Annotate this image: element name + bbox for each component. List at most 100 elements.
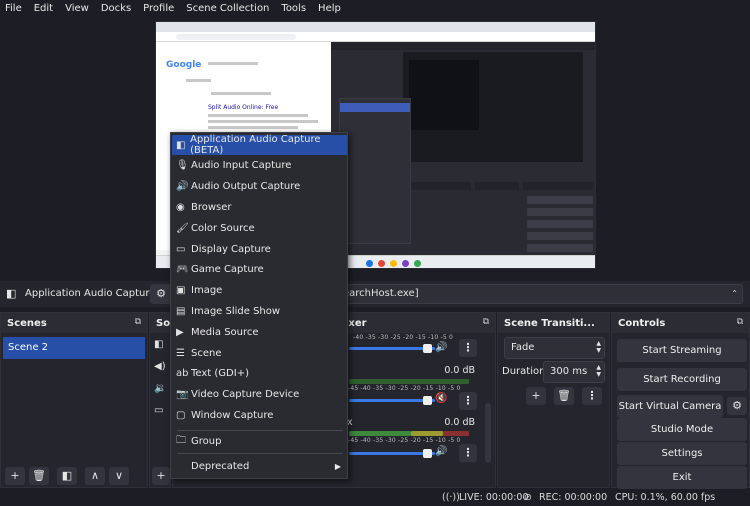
mixer-kebab-icon[interactable]: ⋮ bbox=[459, 444, 477, 462]
menu-profile[interactable]: Profile bbox=[137, 0, 180, 18]
preview-browser-tabs bbox=[156, 22, 595, 32]
scene-item[interactable]: Scene 2 bbox=[3, 337, 145, 359]
start-streaming-button[interactable]: Start Streaming bbox=[617, 339, 747, 362]
level-meter-red bbox=[443, 431, 469, 436]
level-meter-yellow bbox=[411, 431, 443, 436]
remove-scene-trash-icon[interactable]: 🗑 bbox=[29, 467, 49, 485]
menu-item-window-capture[interactable]: ▢ Window Capture bbox=[172, 405, 347, 425]
menu-docks[interactable]: Docks bbox=[95, 0, 137, 18]
menu-item-group[interactable]: 🗀 Group bbox=[172, 431, 347, 451]
menu-edit[interactable]: Edit bbox=[28, 0, 59, 18]
menu-view[interactable]: View bbox=[59, 0, 95, 18]
undock-icon[interactable]: ⧉ bbox=[135, 317, 141, 327]
chevron-updown-icon: ▲ ▼ bbox=[596, 340, 601, 354]
studio-mode-button[interactable]: Studio Mode bbox=[617, 418, 747, 441]
controls-dock: Controls ⧉ Start Streaming Start Recordi… bbox=[611, 312, 750, 489]
undock-icon[interactable]: ⧉ bbox=[737, 317, 743, 327]
menu-item-label: Deprecated bbox=[191, 460, 250, 472]
menu-item-label: Display Capture bbox=[191, 243, 271, 255]
menu-item-label: Media Source bbox=[191, 326, 259, 338]
menu-item-label: Image Slide Show bbox=[191, 305, 281, 317]
app-audio-icon: ◧ bbox=[6, 287, 17, 300]
sources-toolbar: + bbox=[150, 465, 170, 487]
menu-item-scene[interactable]: ☰ Scene bbox=[172, 343, 347, 363]
menu-item-text-gdi[interactable]: ab Text (GDI+) bbox=[172, 364, 347, 384]
source-window-select[interactable]: earchHost.exe] ⌃⌄ bbox=[340, 284, 743, 316]
menu-tools[interactable]: Tools bbox=[275, 0, 312, 18]
menu-item-video-capture-device[interactable]: 📷 Video Capture Device bbox=[172, 385, 347, 405]
source-row-audio-input-icon[interactable]: ◀) bbox=[154, 361, 166, 372]
volume-slider-handle[interactable] bbox=[423, 449, 432, 458]
mixer-kebab-icon[interactable]: ⋮ bbox=[459, 392, 477, 410]
menu-item-deprecated[interactable]: Deprecated ▶ bbox=[172, 456, 347, 476]
scene-transitions-dock: Scene Transiti... Fade ▲ ▼ Duration 300 m… bbox=[497, 312, 610, 488]
scenes-title: Scenes bbox=[7, 317, 47, 329]
move-scene-up-icon[interactable]: ∧ bbox=[85, 467, 105, 485]
menu-item-display-capture[interactable]: ▭ Display Capture bbox=[172, 239, 347, 259]
volume-slider-handle[interactable] bbox=[423, 344, 432, 353]
mixer-scale: -45 -40 -35 -30 -25 -20 -15 -10 -5 0 bbox=[348, 385, 461, 392]
preview-area: Google Split Audio Online: Free bbox=[0, 18, 750, 280]
sources-dock: So ◧ ◀) 🔉 ▭ + bbox=[149, 312, 171, 488]
move-scene-down-icon[interactable]: ∨ bbox=[109, 467, 129, 485]
menu-file[interactable]: File bbox=[0, 0, 28, 18]
start-virtual-camera-button[interactable]: Start Virtual Camera bbox=[617, 395, 723, 418]
brush-icon: 🖌 bbox=[176, 222, 189, 234]
transition-type-value: Fade bbox=[511, 342, 535, 353]
speaker-icon[interactable]: 🔊 bbox=[435, 342, 447, 353]
add-transition-button[interactable]: + bbox=[526, 387, 546, 405]
app-audio-icon: ◧ bbox=[176, 139, 186, 151]
menu-item-browser[interactable]: ◉ Browser bbox=[172, 197, 347, 217]
scenes-dock-header: Scenes ⧉ bbox=[1, 313, 147, 333]
sources-dock-header: So bbox=[150, 313, 170, 333]
source-properties-gear-icon[interactable]: ⚙ bbox=[150, 284, 172, 304]
remove-transition-trash-icon[interactable]: 🗑 bbox=[554, 387, 574, 405]
menu-item-label: Color Source bbox=[191, 222, 255, 234]
settings-button[interactable]: Settings bbox=[617, 442, 747, 465]
menu-item-label: Image bbox=[191, 285, 223, 297]
menu-scene-collection[interactable]: Scene Collection bbox=[180, 0, 275, 18]
level-meter-green bbox=[349, 431, 411, 436]
cpu-fps-readout: CPU: 0.1%, 60.00 fps bbox=[615, 492, 716, 503]
scenes-toolbar: + 🗑 ◧ ∧ ∨ bbox=[1, 465, 147, 487]
mixer-kebab-icon[interactable]: ⋮ bbox=[459, 339, 477, 357]
virtual-camera-gear-icon[interactable]: ⚙ bbox=[727, 397, 747, 415]
preview-nested-obs bbox=[331, 42, 595, 268]
source-row-app-audio-icon[interactable]: ◧ bbox=[154, 339, 163, 350]
live-indicator-icon: ((·)) bbox=[442, 492, 460, 503]
muted-speaker-icon[interactable]: 🔇 bbox=[435, 393, 447, 404]
menu-item-game-capture[interactable]: 🎮 Game Capture bbox=[172, 260, 347, 280]
menu-item-application-audio-capture-beta[interactable]: ◧ Application Audio Capture (BETA) bbox=[172, 134, 347, 156]
transition-type-select[interactable]: Fade ▲ ▼ bbox=[504, 337, 605, 359]
volume-slider-handle[interactable] bbox=[423, 396, 432, 405]
menu-item-media-source[interactable]: ▶ Media Source bbox=[172, 322, 347, 342]
source-row-display-icon[interactable]: ▭ bbox=[154, 405, 163, 416]
channel-db-readout: 0.0 dB bbox=[444, 417, 475, 428]
add-source-button[interactable]: + bbox=[152, 467, 170, 485]
transition-duration-spinbox[interactable]: 300 ms ▲ ▼ bbox=[543, 361, 605, 383]
menu-item-label: Game Capture bbox=[191, 264, 264, 276]
menu-item-audio-input-capture[interactable]: 🎙 Audio Input Capture bbox=[172, 156, 347, 176]
menu-help[interactable]: Help bbox=[312, 0, 347, 18]
add-scene-button[interactable]: + bbox=[5, 467, 25, 485]
list-icon: ☰ bbox=[176, 347, 185, 359]
selected-source-name: Application Audio Capture bbox=[25, 288, 156, 299]
scene-filters-icon[interactable]: ◧ bbox=[57, 467, 77, 485]
live-timer: LIVE: 00:00:00 bbox=[459, 492, 529, 503]
start-recording-button[interactable]: Start Recording bbox=[617, 368, 747, 391]
menu-item-image-slide-show[interactable]: ▤ Image Slide Show bbox=[172, 301, 347, 321]
mixer-scrollbar[interactable] bbox=[485, 403, 491, 463]
menu-item-label: Application Audio Capture (BETA) bbox=[190, 134, 321, 156]
menu-item-image[interactable]: ▣ Image bbox=[172, 281, 347, 301]
mixer-scale: -45 -40 -35 -30 -25 -20 -15 -10 -5 0 bbox=[348, 437, 461, 444]
scene-transitions-dock-header: Scene Transiti... bbox=[498, 313, 609, 333]
menu-separator bbox=[177, 453, 343, 454]
menu-item-label: Text (GDI+) bbox=[191, 368, 249, 380]
transition-properties-kebab-icon[interactable]: ⋮ bbox=[582, 387, 602, 405]
menu-item-audio-output-capture[interactable]: 🔊 Audio Output Capture bbox=[172, 177, 347, 197]
undock-icon[interactable]: ⧉ bbox=[483, 317, 489, 327]
exit-button[interactable]: Exit bbox=[617, 466, 747, 489]
menu-item-color-source[interactable]: 🖌 Color Source bbox=[172, 218, 347, 238]
speaker-icon[interactable]: 🔊 bbox=[435, 446, 447, 457]
source-row-audio-output-icon[interactable]: 🔉 bbox=[154, 383, 166, 394]
